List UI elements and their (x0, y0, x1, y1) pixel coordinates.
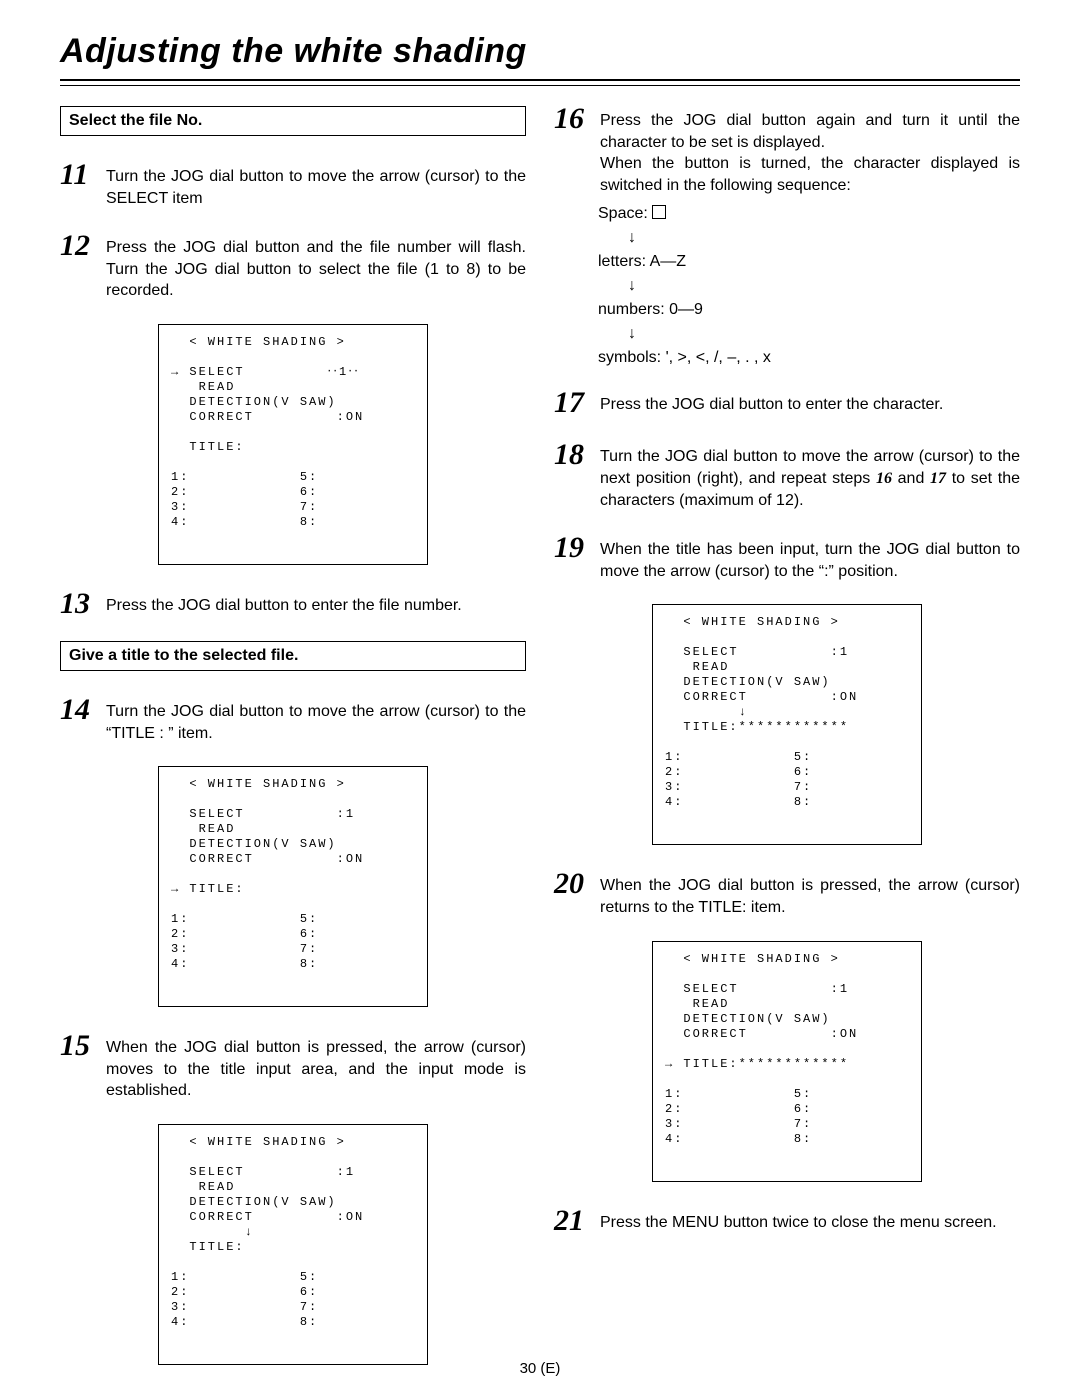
step-11: 11 Turn the JOG dial button to move the … (60, 160, 526, 209)
step-20: 20 When the JOG dial button is pressed, … (554, 869, 1020, 918)
step-number: 13 (60, 589, 100, 619)
page-title: Adjusting the white shading (60, 32, 1020, 71)
screen-step19: < WHITE SHADING > SELECT :1 READ DETECTI… (652, 604, 922, 845)
step-text: When the JOG dial button is pressed, the… (600, 869, 1020, 918)
screen-step14: < WHITE SHADING > SELECT :1 READ DETECTI… (158, 766, 428, 1007)
step-text: Press the JOG dial button and the file n… (106, 231, 526, 302)
down-arrow-icon: ↓ (598, 274, 1020, 298)
screen-step15: < WHITE SHADING > SELECT :1 READ DETECTI… (158, 1124, 428, 1365)
screen-step12: < WHITE SHADING > → SELECT ‧‧1‧‧ READ DE… (158, 324, 428, 565)
page-number: 30 (E) (0, 1360, 1080, 1377)
down-arrow-icon: ↓ (598, 226, 1020, 250)
step-number: 12 (60, 231, 100, 261)
step-text: Turn the JOG dial button to move the arr… (106, 695, 526, 744)
step-15: 15 When the JOG dial button is pressed, … (60, 1031, 526, 1102)
seq-space: Space: (598, 202, 1020, 226)
step-18: 18 Turn the JOG dial button to move the … (554, 440, 1020, 511)
down-arrow-icon: ↓ (598, 322, 1020, 346)
subhead-give-title: Give a title to the selected file. (60, 641, 526, 671)
step-text: Press the JOG dial button to enter the c… (600, 388, 1020, 416)
seq-letters: letters: A—Z (598, 250, 1020, 274)
seq-numbers: numbers: 0—9 (598, 298, 1020, 322)
step-17: 17 Press the JOG dial button to enter th… (554, 388, 1020, 418)
step-text: Press the JOG dial button again and turn… (600, 104, 1020, 196)
step-number: 19 (554, 533, 594, 563)
step-12: 12 Press the JOG dial button and the fil… (60, 231, 526, 302)
step-19: 19 When the title has been input, turn t… (554, 533, 1020, 582)
step-text: Press the MENU button twice to close the… (600, 1206, 1020, 1234)
char-sequence: Space: ↓ letters: A—Z ↓ numbers: 0—9 ↓ s… (598, 202, 1020, 370)
columns: Select the file No. 11 Turn the JOG dial… (60, 104, 1020, 1389)
step-21: 21 Press the MENU button twice to close … (554, 1206, 1020, 1236)
step16-line2: When the button is turned, the character… (600, 155, 1020, 194)
step-13: 13 Press the JOG dial button to enter th… (60, 589, 526, 619)
subhead-select-file: Select the file No. (60, 106, 526, 136)
title-rule (60, 79, 1020, 86)
step-number: 17 (554, 388, 594, 418)
step-number: 14 (60, 695, 100, 725)
left-column: Select the file No. 11 Turn the JOG dial… (60, 104, 526, 1389)
step-number: 21 (554, 1206, 594, 1236)
step-14: 14 Turn the JOG dial button to move the … (60, 695, 526, 744)
step-number: 16 (554, 104, 594, 134)
step-number: 20 (554, 869, 594, 899)
step-text: Turn the JOG dial button to move the arr… (600, 440, 1020, 511)
space-box-icon (652, 205, 666, 219)
step-text: When the JOG dial button is pressed, the… (106, 1031, 526, 1102)
screen-step20: < WHITE SHADING > SELECT :1 READ DETECTI… (652, 941, 922, 1182)
step-number: 18 (554, 440, 594, 470)
seq-symbols: symbols: ', >, <, /, –, . , x (598, 346, 1020, 370)
step16-line1: Press the JOG dial button again and turn… (600, 112, 1020, 151)
step-number: 15 (60, 1031, 100, 1061)
step-text: Turn the JOG dial button to move the arr… (106, 160, 526, 209)
step-text: When the title has been input, turn the … (600, 533, 1020, 582)
step-number: 11 (60, 160, 100, 190)
step-text: Press the JOG dial button to enter the f… (106, 589, 526, 617)
step-16: 16 Press the JOG dial button again and t… (554, 104, 1020, 196)
right-column: 16 Press the JOG dial button again and t… (554, 104, 1020, 1389)
